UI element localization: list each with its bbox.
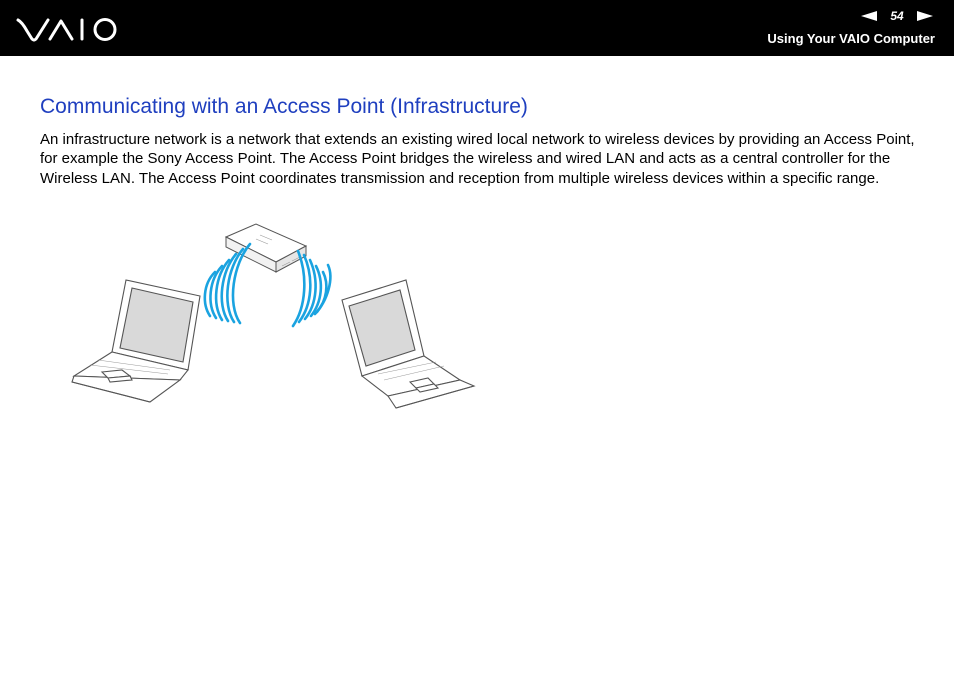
body-paragraph: An infrastructure network is a network t… <box>40 131 915 187</box>
left-signal-waves-icon <box>203 242 252 325</box>
previous-page-button[interactable] <box>860 10 878 22</box>
left-laptop-icon <box>71 279 201 403</box>
right-signal-waves-icon <box>291 249 332 328</box>
page-title: Communicating with an Access Point (Infr… <box>40 95 528 118</box>
next-page-button[interactable] <box>916 10 934 22</box>
infrastructure-network-illustration <box>71 223 476 409</box>
vaio-logo <box>16 18 117 42</box>
section-title: Using Your VAIO Computer <box>767 31 935 46</box>
page-number: 54 <box>890 9 904 23</box>
page-navigation: 54 <box>860 8 934 24</box>
right-laptop-icon <box>341 279 476 409</box>
header-bar: 54 Using Your VAIO Computer <box>0 0 954 56</box>
